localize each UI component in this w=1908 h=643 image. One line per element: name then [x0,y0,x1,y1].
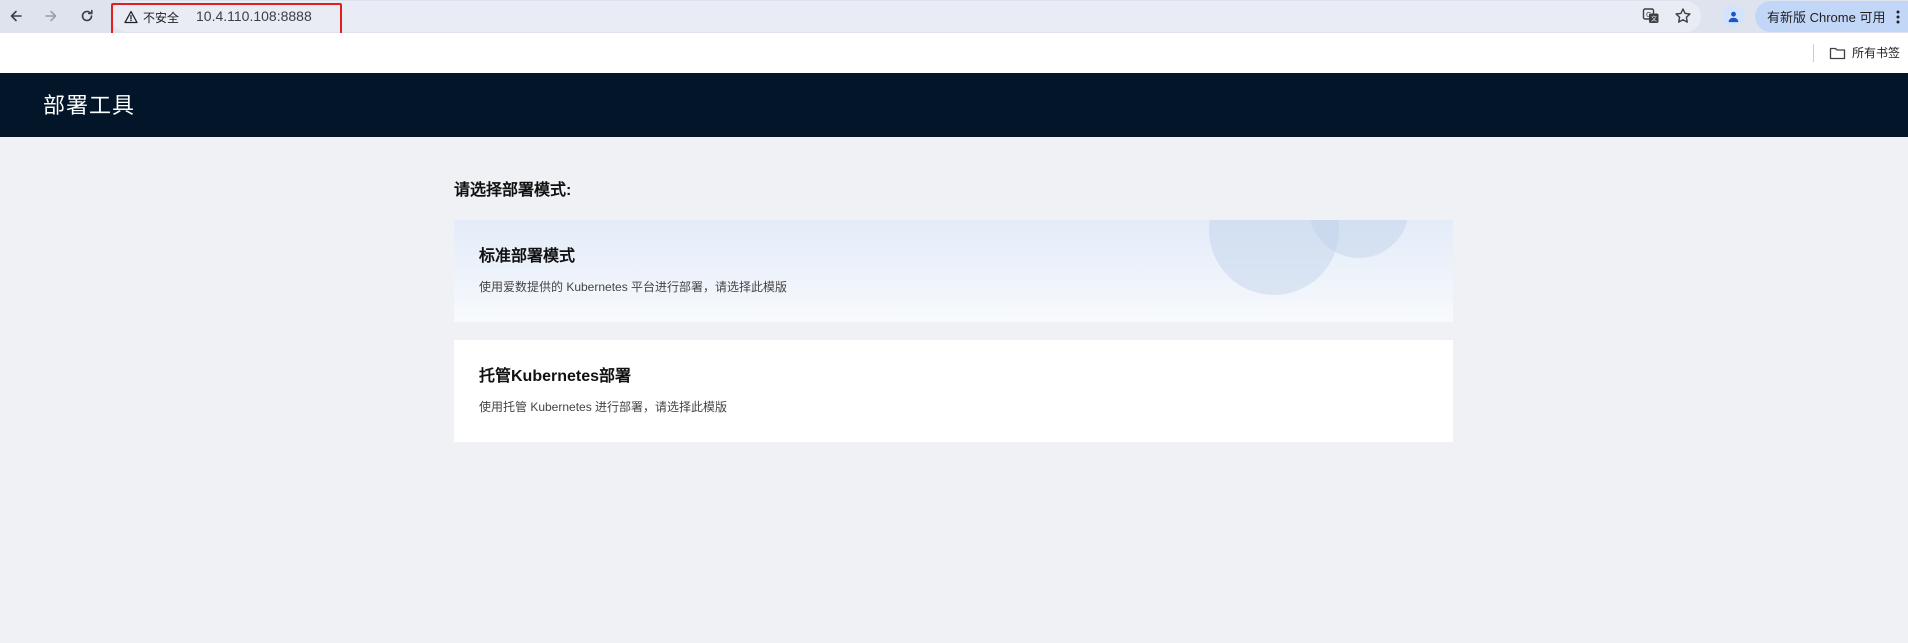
translate-icon[interactable]: G文 [1640,5,1662,27]
browser-toolbar: 不安全 10.4.110.108:8888 G文 有新版 Chrome 可用 [0,0,1908,37]
profile-avatar-icon[interactable] [1722,5,1744,27]
forward-icon[interactable] [40,5,62,27]
warning-icon [124,10,138,24]
security-label: 不安全 [143,10,180,25]
url-text[interactable]: 10.4.110.108:8888 [196,8,312,24]
bookmarks-bar: 所有书签 [0,33,1908,73]
back-icon[interactable] [5,5,27,27]
svg-text:文: 文 [1651,15,1657,23]
bookmarks-divider [1813,44,1814,62]
option-description: 使用爱数提供的 Kubernetes 平台进行部署，请选择此模版 [479,280,788,294]
folder-icon [1829,47,1846,59]
mode-prompt: 请选择部署模式: [454,182,572,199]
all-bookmarks-folder[interactable]: 所有书签 [1829,44,1900,61]
all-bookmarks-label: 所有书签 [1852,46,1901,60]
security-indicator[interactable]: 不安全 [124,8,179,26]
hosted-kubernetes-option[interactable]: 托管Kubernetes部署 使用托管 Kubernetes 进行部署，请选择此… [454,340,1453,442]
more-menu-icon[interactable] [1896,10,1900,24]
address-bar[interactable] [111,1,1701,32]
option-title: 标准部署模式 [479,248,576,265]
option-description: 使用托管 Kubernetes 进行部署，请选择此模版 [479,400,728,414]
app-header: 部署工具 [0,73,1908,137]
reload-icon[interactable] [76,5,98,27]
bookmark-star-icon[interactable] [1672,5,1694,27]
option-title: 托管Kubernetes部署 [479,368,632,385]
standard-deploy-option[interactable]: 标准部署模式 使用爱数提供的 Kubernetes 平台进行部署，请选择此模版 [454,220,1453,322]
update-label: 有新版 Chrome 可用 [1767,10,1886,25]
main-content: 请选择部署模式: 标准部署模式 使用爱数提供的 Kubernetes 平台进行部… [0,137,1908,643]
chrome-update-button[interactable]: 有新版 Chrome 可用 [1755,1,1908,32]
app-title: 部署工具 [43,93,136,118]
